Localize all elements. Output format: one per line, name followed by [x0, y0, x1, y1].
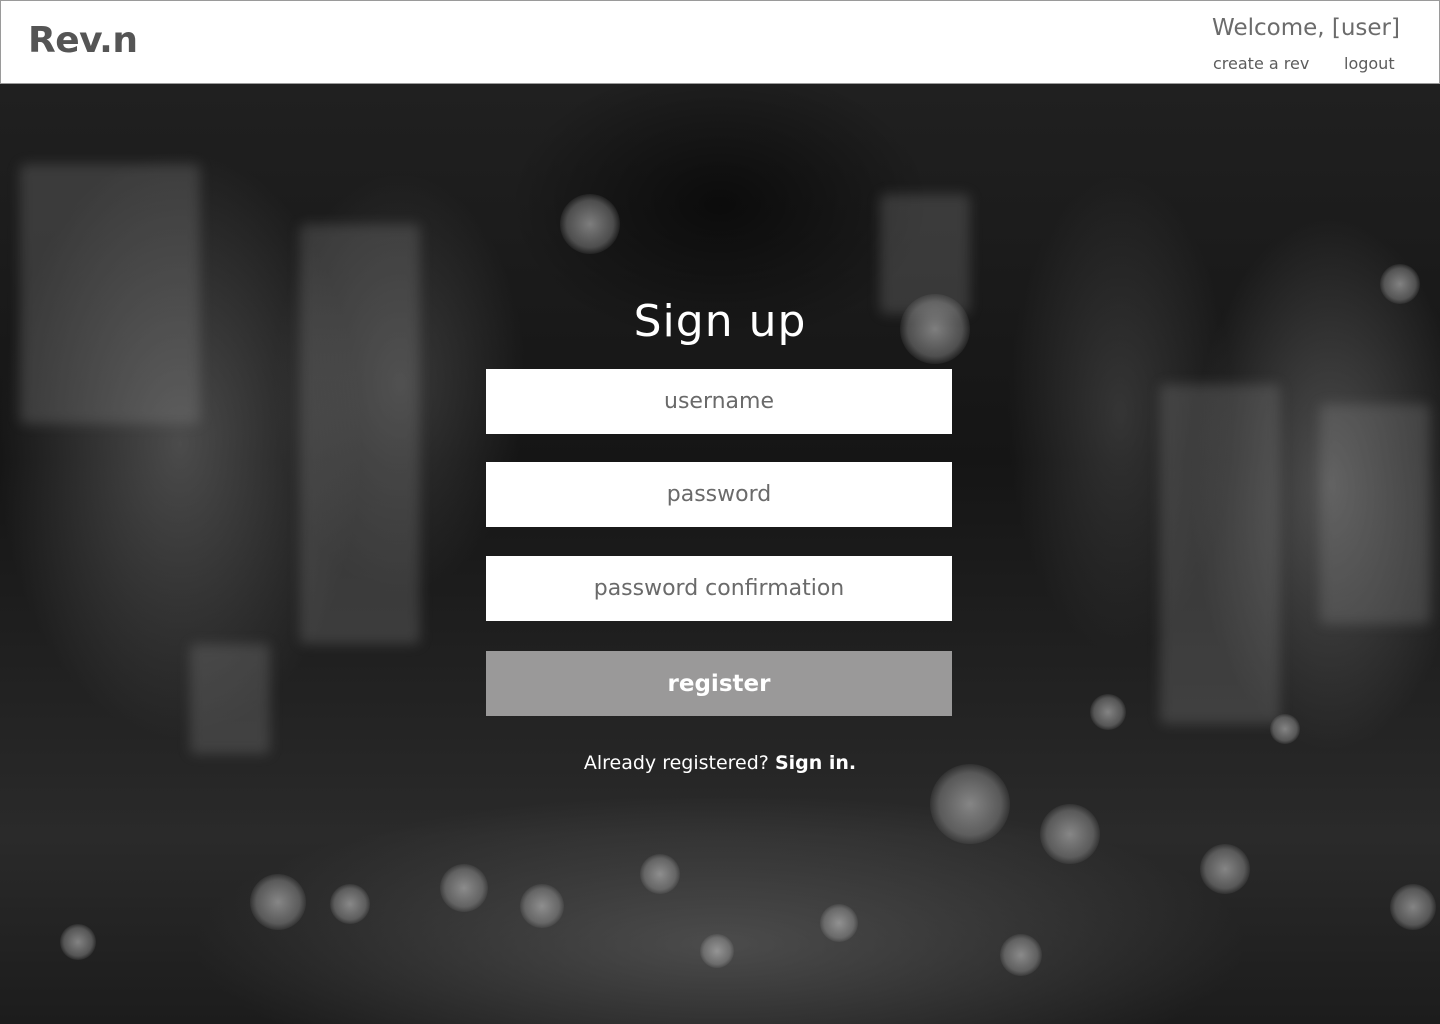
backdrop-sign	[1160, 384, 1280, 724]
bokeh-light	[330, 884, 370, 924]
bokeh-light	[560, 194, 620, 254]
create-rev-link[interactable]: create a rev	[1213, 54, 1309, 73]
bokeh-light	[640, 854, 680, 894]
register-button[interactable]: register	[486, 651, 952, 716]
bokeh-light	[60, 924, 96, 960]
bokeh-light	[1390, 884, 1436, 930]
signin-prompt-text: Already registered?	[583, 752, 769, 774]
bokeh-light	[1000, 934, 1042, 976]
bokeh-light	[440, 864, 488, 912]
signin-prompt-row: Already registered? Sign in.	[0, 752, 1440, 774]
bokeh-light	[1090, 694, 1126, 730]
hero-background: Sign up register Already registered? Sig…	[0, 84, 1440, 1024]
bokeh-light	[1040, 804, 1100, 864]
bokeh-light	[1270, 714, 1300, 744]
backdrop-sign	[190, 644, 270, 754]
backdrop-sign	[300, 224, 420, 644]
signin-link[interactable]: Sign in.	[775, 752, 856, 774]
password-confirmation-input[interactable]	[486, 556, 952, 621]
bokeh-light	[250, 874, 306, 930]
brand-logo[interactable]: Rev.n	[28, 20, 138, 61]
bokeh-light	[520, 884, 564, 928]
bokeh-light	[1200, 844, 1250, 894]
signup-title: Sign up	[633, 296, 807, 347]
username-input[interactable]	[486, 369, 952, 434]
bokeh-light	[820, 904, 858, 942]
top-header: Rev.n Welcome, [user] create a rev logou…	[0, 0, 1440, 84]
backdrop-sign	[1320, 404, 1430, 624]
backdrop-sign	[20, 164, 200, 424]
password-input[interactable]	[486, 462, 952, 527]
bokeh-light	[930, 764, 1010, 844]
welcome-text: Welcome, [user]	[1212, 15, 1400, 41]
bokeh-light	[700, 934, 734, 968]
logout-link[interactable]: logout	[1344, 54, 1395, 73]
